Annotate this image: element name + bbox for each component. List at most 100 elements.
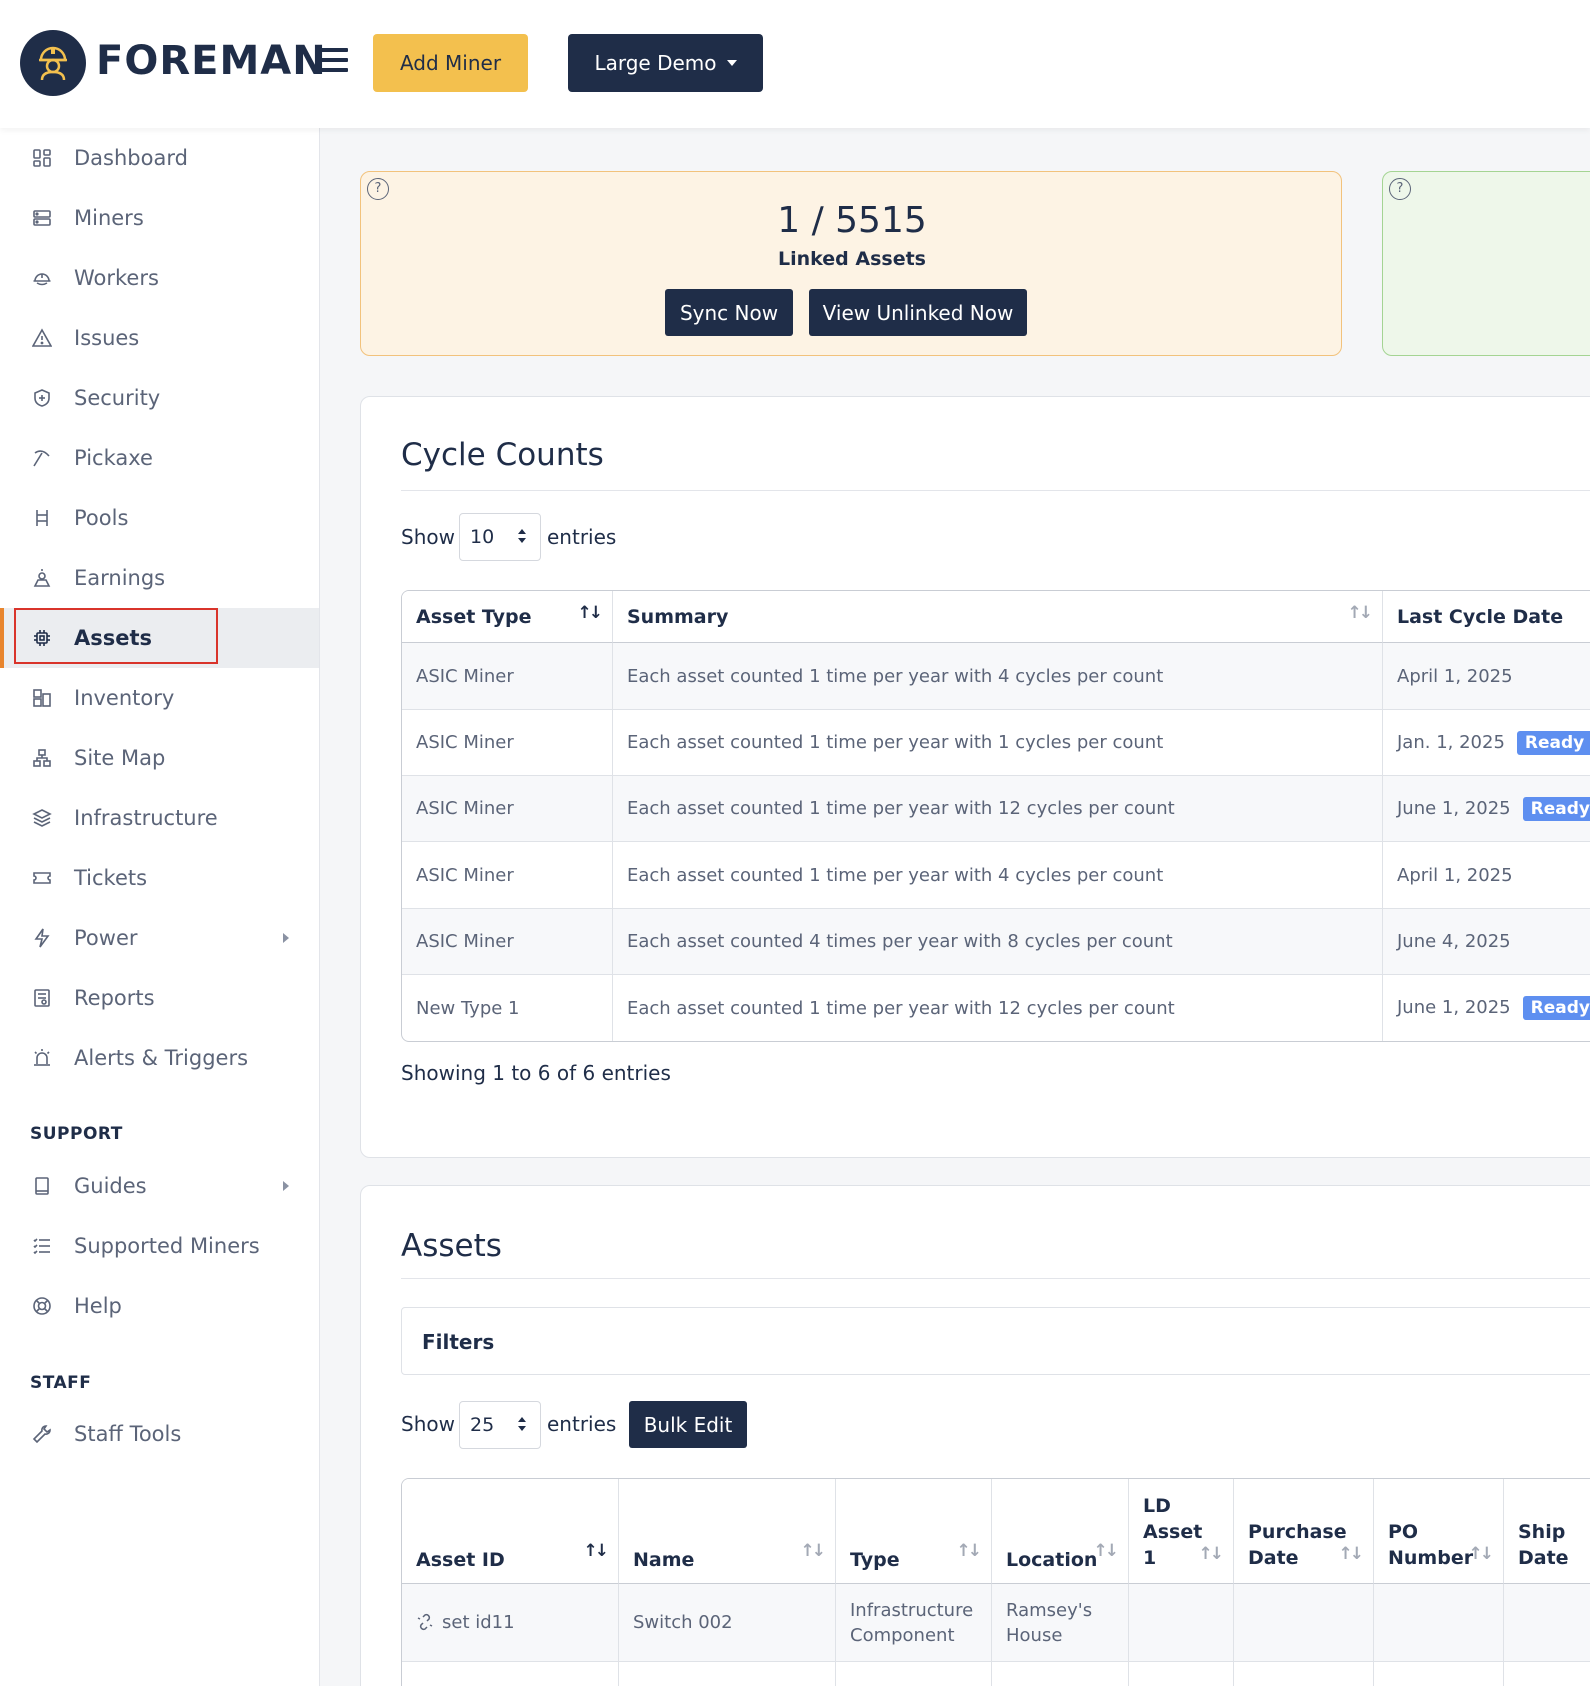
sort-icon[interactable]: ↑↓ xyxy=(578,603,603,623)
cell-purchase-date xyxy=(1234,1584,1374,1662)
column-label: PO Number xyxy=(1388,1521,1474,1569)
sidebar-item-label: Earnings xyxy=(74,566,166,590)
linked-assets-count: 1 / 5515 xyxy=(777,200,927,241)
date-text: Jan. 1, 2025 xyxy=(1397,731,1505,753)
table-row[interactable]: ASIC Miner Each asset counted 1 time per… xyxy=(402,776,1590,842)
column-label: Last Cycle Date xyxy=(1397,605,1564,628)
sidebar-item-label: Infrastructure xyxy=(74,806,218,830)
dashboard-icon xyxy=(32,148,52,168)
column-label: Location xyxy=(1006,1549,1098,1571)
menu-toggle-icon[interactable] xyxy=(318,48,348,74)
table-row[interactable]: ASIC Miner Each asset counted 1 time per… xyxy=(402,842,1590,909)
column-header-summary[interactable]: Summary ↑↓ xyxy=(613,591,1383,643)
brand-name[interactable]: FOREMAN xyxy=(96,38,327,84)
cell-asset-type: ASIC Miner xyxy=(402,710,613,776)
server-icon xyxy=(32,208,52,228)
sidebar-item-supported-miners[interactable]: Supported Miners xyxy=(0,1216,319,1276)
sort-icon[interactable]: ↑↓ xyxy=(584,1541,609,1561)
org-selector-button[interactable]: Large Demo xyxy=(568,34,763,92)
column-header-po-number[interactable]: PO Number ↑↓ xyxy=(1374,1479,1504,1584)
sidebar-item-help[interactable]: Help xyxy=(0,1276,319,1336)
table-row[interactable] xyxy=(402,1662,1590,1686)
cell-po-number xyxy=(1374,1662,1504,1686)
sidebar-item-assets[interactable]: Assets xyxy=(0,608,319,668)
view-unlinked-button[interactable]: View Unlinked Now xyxy=(809,289,1027,336)
show-label: Show xyxy=(401,525,455,549)
sidebar-item-security[interactable]: Security xyxy=(0,368,319,428)
add-miner-button[interactable]: Add Miner xyxy=(373,34,528,92)
sort-icon[interactable]: ↑↓ xyxy=(1339,1541,1364,1567)
column-header-location[interactable]: Location ↑↓ xyxy=(992,1479,1129,1584)
cell-ld-asset xyxy=(1129,1662,1234,1686)
column-header-ship-date[interactable]: Ship Date↑↓ xyxy=(1504,1479,1590,1584)
bulk-edit-button[interactable]: Bulk Edit xyxy=(629,1401,747,1448)
table-row[interactable]: ASIC Miner Each asset counted 1 time per… xyxy=(402,643,1590,710)
lifebuoy-icon xyxy=(32,1296,52,1316)
sidebar-item-label: Power xyxy=(74,926,138,950)
sidebar-item-staff-tools[interactable]: Staff Tools xyxy=(0,1404,319,1464)
pickaxe-icon xyxy=(32,448,52,468)
sync-now-button[interactable]: Sync Now xyxy=(665,289,793,336)
help-icon[interactable]: ? xyxy=(367,178,389,200)
sidebar-item-tickets[interactable]: Tickets xyxy=(0,848,319,908)
sidebar-item-inventory[interactable]: Inventory xyxy=(0,668,319,728)
sidebar-item-alerts[interactable]: Alerts & Triggers xyxy=(0,1028,319,1088)
book-icon xyxy=(32,1176,52,1196)
sidebar-item-label: Dashboard xyxy=(74,146,188,170)
sidebar-item-miners[interactable]: Miners xyxy=(0,188,319,248)
sidebar-item-infrastructure[interactable]: Infrastructure xyxy=(0,788,319,848)
sort-icon[interactable]: ↑↓ xyxy=(1348,603,1373,623)
sidebar-item-label: Assets xyxy=(74,626,153,650)
table-row[interactable]: New Type 1 Each asset counted 1 time per… xyxy=(402,975,1590,1041)
sidebar-item-reports[interactable]: Reports xyxy=(0,968,319,1028)
asset-id-text: set id11 xyxy=(442,1612,515,1633)
table-row[interactable]: ASIC Miner Each asset counted 1 time per… xyxy=(402,710,1590,776)
sidebar-item-label: Help xyxy=(74,1294,122,1318)
column-label: Purchase Date xyxy=(1248,1521,1347,1569)
sidebar-item-power[interactable]: Power xyxy=(0,908,319,968)
entries-select[interactable]: 10 xyxy=(459,513,541,561)
cell-summary: Each asset counted 1 time per year with … xyxy=(613,842,1383,909)
cell-date: April 1, 2025 xyxy=(1383,643,1590,710)
sidebar-item-label: Supported Miners xyxy=(74,1234,260,1258)
sidebar-item-label: Alerts & Triggers xyxy=(74,1046,249,1070)
sidebar-item-guides[interactable]: Guides xyxy=(0,1156,319,1216)
sidebar-item-earnings[interactable]: Earnings xyxy=(0,548,319,608)
column-header-purchase-date[interactable]: Purchase Date ↑↓ xyxy=(1234,1479,1374,1584)
top-header: FOREMAN Add Miner Large Demo xyxy=(0,0,1590,128)
sort-icon[interactable]: ↑↓ xyxy=(1469,1541,1494,1567)
assets-panel: Assets Filters Show 25 entries Bulk Edit… xyxy=(360,1185,1590,1686)
sidebar-item-pickaxe[interactable]: Pickaxe xyxy=(0,428,319,488)
column-header-last-cycle-date[interactable]: Last Cycle Date xyxy=(1383,591,1590,643)
status-badge: Ready xyxy=(1522,996,1590,1020)
column-header-asset-type[interactable]: Asset Type ↑↓ xyxy=(402,591,613,643)
table-row[interactable]: set id11 Switch 002 Infrastructure Compo… xyxy=(402,1584,1590,1662)
entries-select[interactable]: 25 xyxy=(459,1401,541,1449)
bolt-icon xyxy=(32,928,52,948)
column-label: Name xyxy=(633,1549,695,1571)
filters-toggle[interactable]: Filters xyxy=(401,1307,1590,1375)
table-row[interactable]: ASIC Miner Each asset counted 4 times pe… xyxy=(402,909,1590,975)
org-selector-label: Large Demo xyxy=(594,51,717,75)
column-label: Summary xyxy=(627,605,729,628)
sidebar-item-workers[interactable]: Workers xyxy=(0,248,319,308)
foreman-logo-icon[interactable] xyxy=(20,30,86,96)
sidebar-item-pools[interactable]: Pools xyxy=(0,488,319,548)
sidebar-item-dashboard[interactable]: Dashboard xyxy=(0,128,319,188)
column-header-asset-id[interactable]: Asset ID ↑↓ xyxy=(402,1479,619,1584)
column-header-type[interactable]: Type ↑↓ xyxy=(836,1479,992,1584)
help-icon[interactable]: ? xyxy=(1389,178,1411,200)
assets-table: Asset ID ↑↓ Name ↑↓ Type ↑↓ Location ↑↓ LD A… xyxy=(401,1478,1590,1686)
cell-asset-id xyxy=(402,1662,619,1686)
column-header-name[interactable]: Name ↑↓ xyxy=(619,1479,836,1584)
cell-date: April 1, 2025 xyxy=(1383,842,1590,909)
sort-icon[interactable]: ↑↓ xyxy=(957,1541,982,1561)
sort-icon[interactable]: ↑↓ xyxy=(801,1541,826,1561)
sidebar-item-site-map[interactable]: Site Map xyxy=(0,728,319,788)
column-header-ld-asset[interactable]: LD Asset 1 ↑↓ xyxy=(1129,1479,1234,1584)
column-label: Asset Type xyxy=(416,605,532,628)
sidebar-item-issues[interactable]: Issues xyxy=(0,308,319,368)
sort-icon[interactable]: ↑↓ xyxy=(1094,1541,1119,1561)
sort-icon[interactable]: ↑↓ xyxy=(1199,1541,1224,1567)
cell-summary: Each asset counted 1 time per year with … xyxy=(613,776,1383,842)
